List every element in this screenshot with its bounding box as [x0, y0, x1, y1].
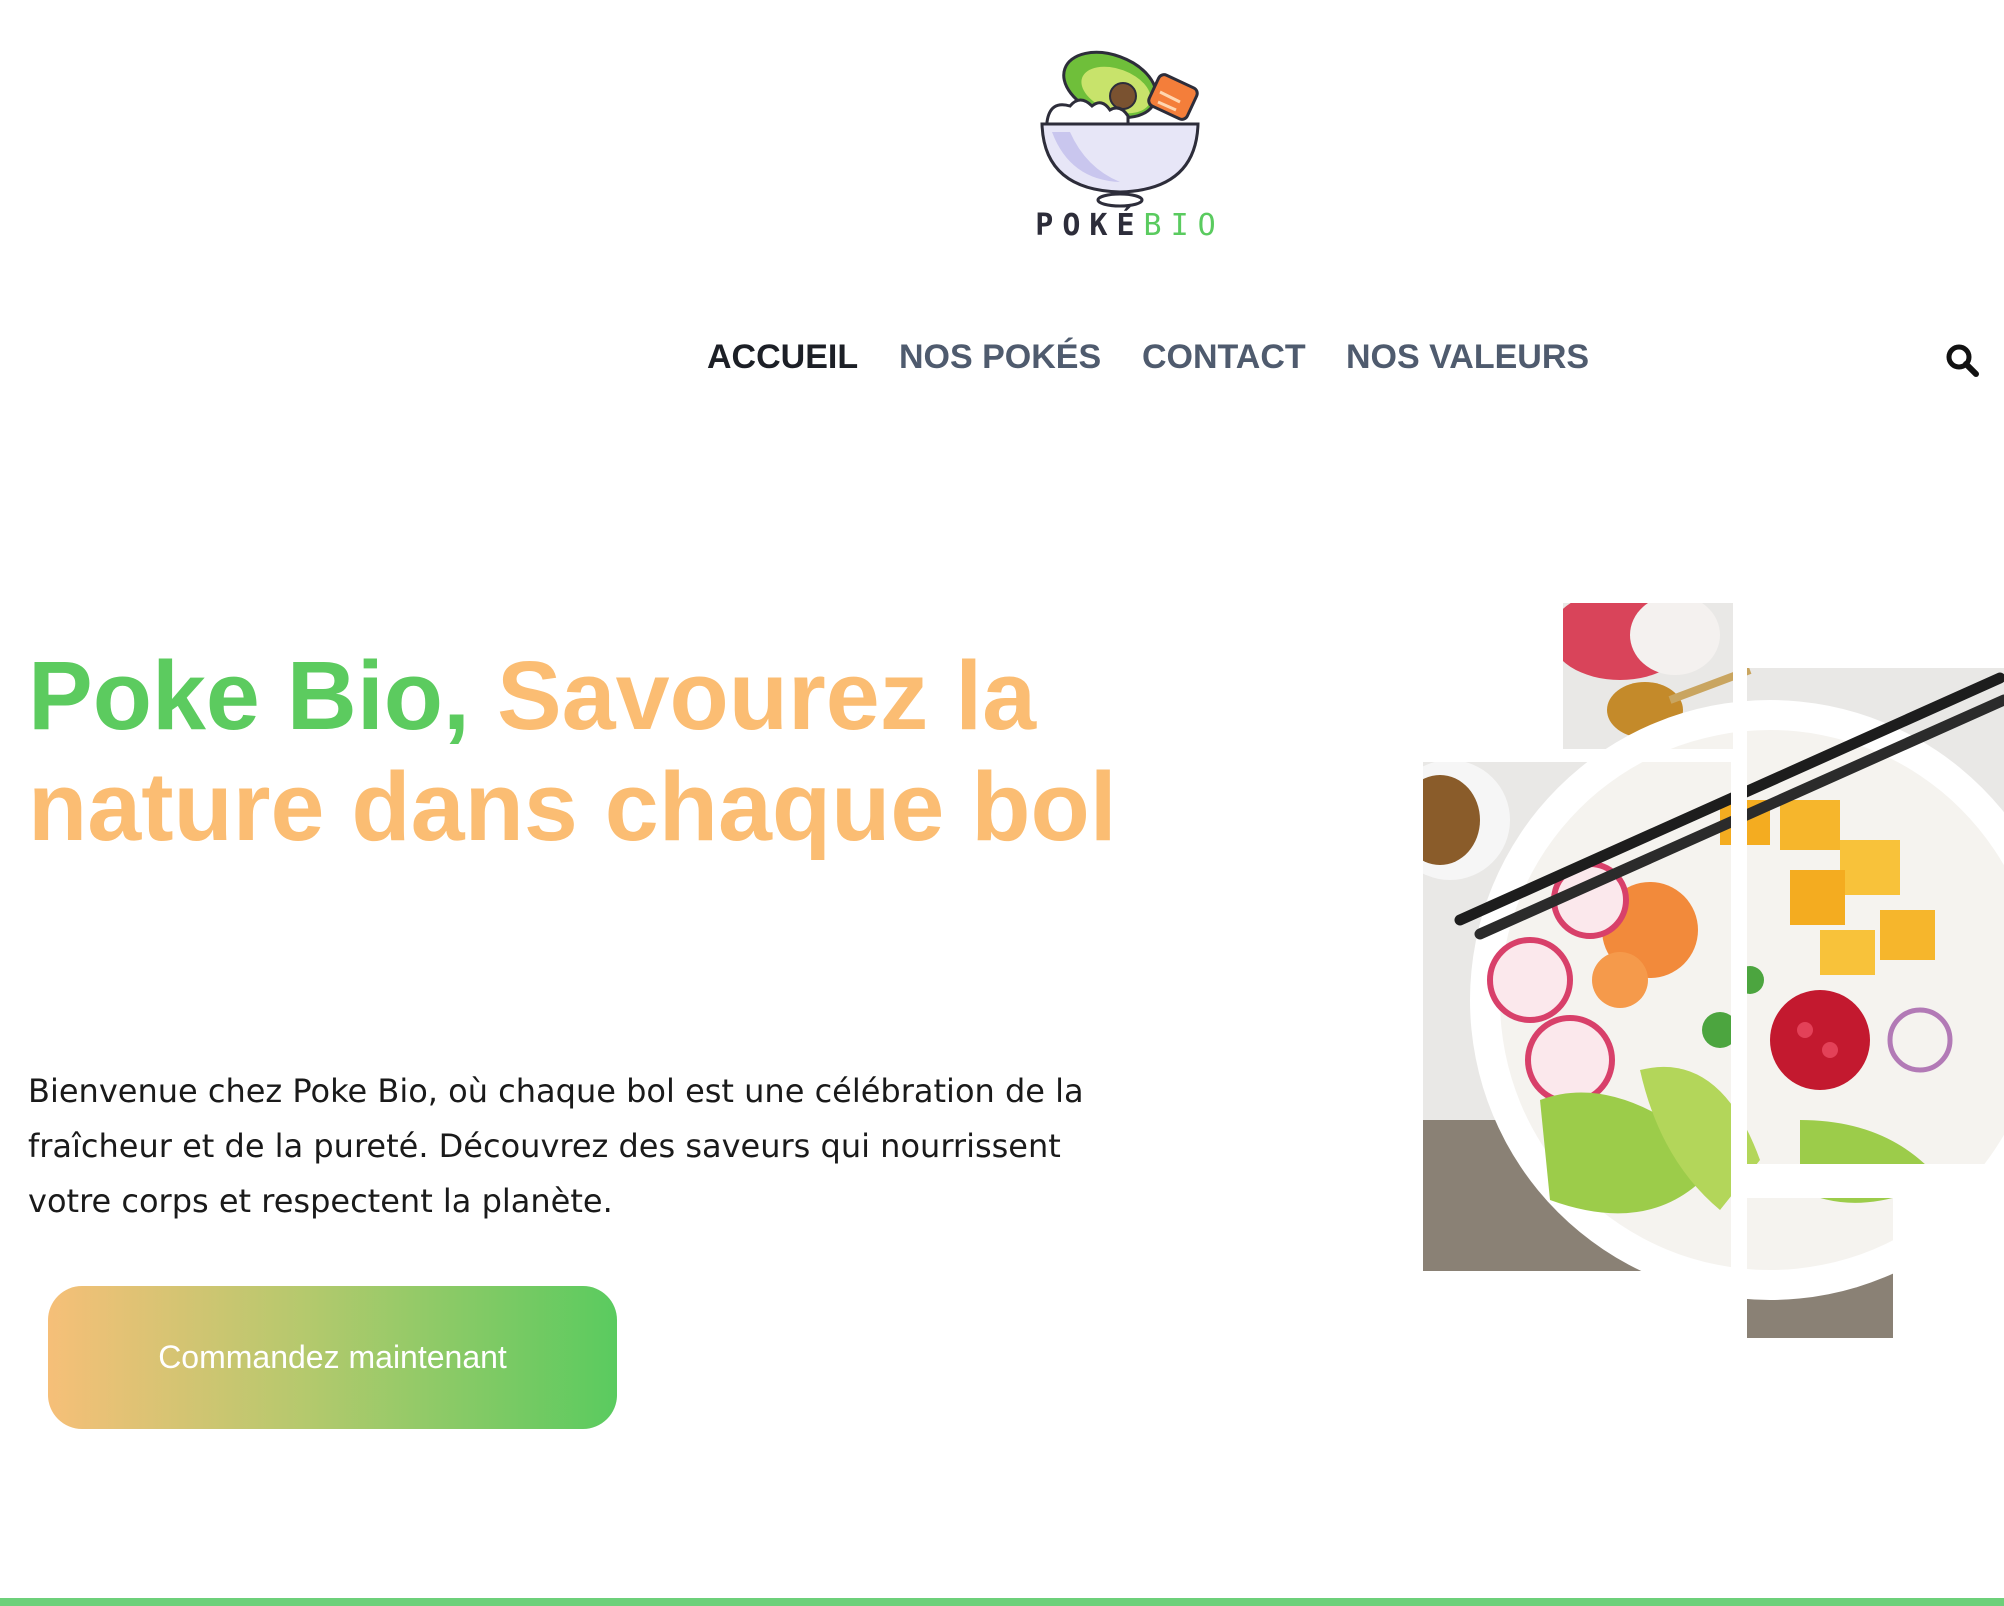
main-nav: ACCUEIL NOS POKÉS CONTACT NOS VALEURS: [0, 338, 2004, 386]
nav-item-accueil[interactable]: ACCUEIL: [707, 338, 858, 377]
order-now-button[interactable]: Commandez maintenant: [48, 1286, 617, 1429]
bottom-accent-bar: [0, 1598, 2004, 1606]
search-icon[interactable]: [1944, 342, 1980, 378]
nav-item-nos-pokes[interactable]: NOS POKÉS: [899, 338, 1101, 377]
hero-title-green: Poke Bio,: [28, 641, 470, 750]
nav-item-contact[interactable]: CONTACT: [1142, 338, 1306, 377]
logo-wordmark[interactable]: POKÉBIO: [1030, 208, 1230, 243]
nav-item-nos-valeurs[interactable]: NOS VALEURS: [1346, 338, 1589, 377]
poke-bowl-image: [1423, 603, 2004, 1338]
logo-text-poke: POKÉ: [1035, 208, 1144, 243]
hero-title: Poke Bio, Savourez la nature dans chaque…: [28, 640, 1128, 862]
hero-description: Bienvenue chez Poke Bio, où chaque bol e…: [28, 1072, 1084, 1220]
logo-text-bio: BIO: [1143, 208, 1225, 243]
